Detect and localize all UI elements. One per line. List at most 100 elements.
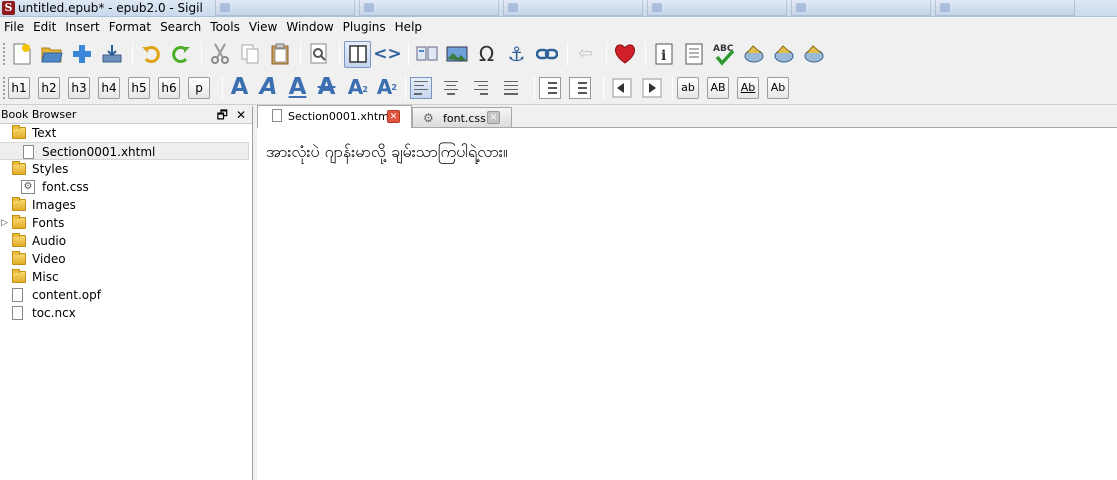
heading-h2-button[interactable]: h2 <box>38 76 60 99</box>
open-folder-icon[interactable] <box>38 41 65 68</box>
align-justify-icon[interactable] <box>500 77 522 99</box>
background-tab <box>935 0 1075 16</box>
insert-anchor-icon[interactable]: ⚓ <box>503 41 530 68</box>
spellcheck-icon[interactable]: ABC <box>710 41 737 68</box>
tab-font-css[interactable]: ⚙ font.css ✕ <box>412 107 512 127</box>
uppercase-button[interactable]: AB <box>707 76 729 99</box>
lowercase-button[interactable]: ab <box>677 76 699 99</box>
undo-icon[interactable] <box>137 41 164 68</box>
new-file-icon[interactable] <box>8 41 35 68</box>
menu-insert[interactable]: Insert <box>61 17 104 37</box>
underline-icon[interactable]: A <box>285 74 310 101</box>
tree-folder-text[interactable]: Text <box>0 124 252 142</box>
file-icon <box>23 145 34 159</box>
tree-folder-images[interactable]: Images <box>0 196 252 214</box>
menu-format[interactable]: Format <box>105 17 156 37</box>
superscript-icon[interactable]: A2 <box>372 74 397 101</box>
subscript-icon[interactable]: A2 <box>343 74 368 101</box>
toolbar-separator <box>222 75 223 100</box>
align-right-icon[interactable] <box>470 77 492 99</box>
bullet-list-icon[interactable] <box>539 76 561 99</box>
decrease-indent-icon[interactable] <box>608 74 635 101</box>
tab-label: Section0001.xhtml <box>288 110 392 123</box>
tree-folder-fonts[interactable]: ▷ Fonts <box>0 214 252 232</box>
menu-plugins[interactable]: Plugins <box>339 17 391 37</box>
titlecase-button[interactable]: Ab <box>737 76 759 99</box>
format-toolbar: h1 h2 h3 h4 h5 h6 p A A A A A2 A2 ab AB … <box>0 71 1117 105</box>
main-toolbar: <> Ω ⚓ ⇦ i ABC <box>0 37 1117 71</box>
close-panel-icon[interactable]: ✕ <box>236 106 246 124</box>
book-view-icon[interactable] <box>344 40 371 68</box>
toolbar-grip[interactable] <box>2 75 6 100</box>
copy-icon[interactable] <box>236 41 263 68</box>
heading-h4-button[interactable]: h4 <box>98 76 120 99</box>
heading-h6-button[interactable]: h6 <box>158 76 180 99</box>
heading-h5-button[interactable]: h5 <box>128 76 150 99</box>
book-tree: Text Section0001.xhtml Styles ⚙ font.css… <box>0 124 252 322</box>
increase-indent-icon[interactable] <box>638 74 665 101</box>
heading-h3-button[interactable]: h3 <box>68 76 90 99</box>
code-view-icon[interactable]: <> <box>373 41 402 68</box>
tab-section0001-xhtml[interactable]: Section0001.xhtml ✕ <box>257 105 412 128</box>
redo-icon[interactable] <box>167 41 194 68</box>
tree-item-label: toc.ncx <box>32 306 76 320</box>
tree-folder-misc[interactable]: Misc <box>0 268 252 286</box>
expand-arrow-icon[interactable]: ▷ <box>1 214 8 232</box>
paragraph-button[interactable]: p <box>188 76 210 99</box>
book-info-icon[interactable]: i <box>650 41 677 68</box>
tree-file-toc-ncx[interactable]: toc.ncx <box>0 304 252 322</box>
tree-item-label: content.opf <box>32 288 101 302</box>
menu-search[interactable]: Search <box>156 17 206 37</box>
table-of-contents-icon[interactable] <box>680 41 707 68</box>
book-view-editor[interactable]: အားလုံးပဲ ဂျာန်းမာလို့ ချမ်းသာကြပါရဲ့လား… <box>257 127 1117 480</box>
tree-folder-video[interactable]: Video <box>0 250 252 268</box>
bold-icon[interactable]: A <box>227 74 252 101</box>
menu-tools[interactable]: Tools <box>206 17 245 37</box>
split-view-icon[interactable] <box>413 41 440 68</box>
paste-icon[interactable] <box>266 41 293 68</box>
menu-window[interactable]: Window <box>282 17 338 37</box>
insert-special-character-icon[interactable]: Ω <box>473 41 500 68</box>
heading-h1-button[interactable]: h1 <box>8 76 30 99</box>
italic-icon[interactable]: A <box>256 74 281 101</box>
close-tab-icon[interactable]: ✕ <box>487 111 500 124</box>
menu-file[interactable]: File <box>0 17 29 37</box>
menu-help[interactable]: Help <box>391 17 427 37</box>
capitalize-button[interactable]: Ab <box>767 76 789 99</box>
cut-icon[interactable] <box>206 41 233 68</box>
align-center-icon[interactable] <box>440 77 462 99</box>
tree-file-content-opf[interactable]: content.opf <box>0 286 252 304</box>
insert-image-icon[interactable] <box>443 41 470 68</box>
sigil-app-icon: S <box>2 1 15 15</box>
numbered-list-icon[interactable] <box>569 76 591 99</box>
float-panel-icon[interactable]: 🗗 <box>217 106 228 124</box>
preview-icon[interactable] <box>305 41 332 68</box>
plugin-icon[interactable] <box>800 41 827 68</box>
window-title: untitled.epub* - epub2.0 - Sigil <box>18 1 203 15</box>
tree-file-font-css[interactable]: ⚙ font.css <box>0 178 252 196</box>
tree-folder-styles[interactable]: Styles <box>0 160 252 178</box>
folder-icon <box>12 233 26 247</box>
menu-view[interactable]: View <box>245 17 282 37</box>
close-tab-icon[interactable]: ✕ <box>387 110 400 123</box>
toolbar-separator <box>534 75 535 100</box>
background-tab <box>215 0 355 16</box>
strikethrough-icon[interactable]: A <box>314 74 339 101</box>
editor-content-text[interactable]: အားလုံးပဲ ဂျာန်းမာလို့ ချမ်းသာကြပါရဲ့လား… <box>266 141 508 165</box>
toolbar-separator <box>408 42 409 66</box>
tree-item-label: Section0001.xhtml <box>42 145 156 159</box>
align-left-icon[interactable] <box>410 76 432 99</box>
tree-folder-audio[interactable]: Audio <box>0 232 252 250</box>
tree-file-section0001[interactable]: Section0001.xhtml <box>0 142 249 160</box>
tree-item-label: Video <box>32 252 66 266</box>
plugin-icon[interactable] <box>770 41 797 68</box>
insert-link-icon[interactable] <box>533 41 560 68</box>
menu-edit[interactable]: Edit <box>29 17 61 37</box>
book-browser-title: Book Browser <box>1 108 77 121</box>
donate-heart-icon[interactable] <box>611 41 638 68</box>
add-file-icon[interactable] <box>68 41 95 68</box>
toolbar-grip[interactable] <box>2 42 6 66</box>
plugin-icon[interactable] <box>740 41 767 68</box>
back-arrow-icon[interactable]: ⇦ <box>572 41 599 68</box>
save-icon[interactable] <box>98 41 125 68</box>
